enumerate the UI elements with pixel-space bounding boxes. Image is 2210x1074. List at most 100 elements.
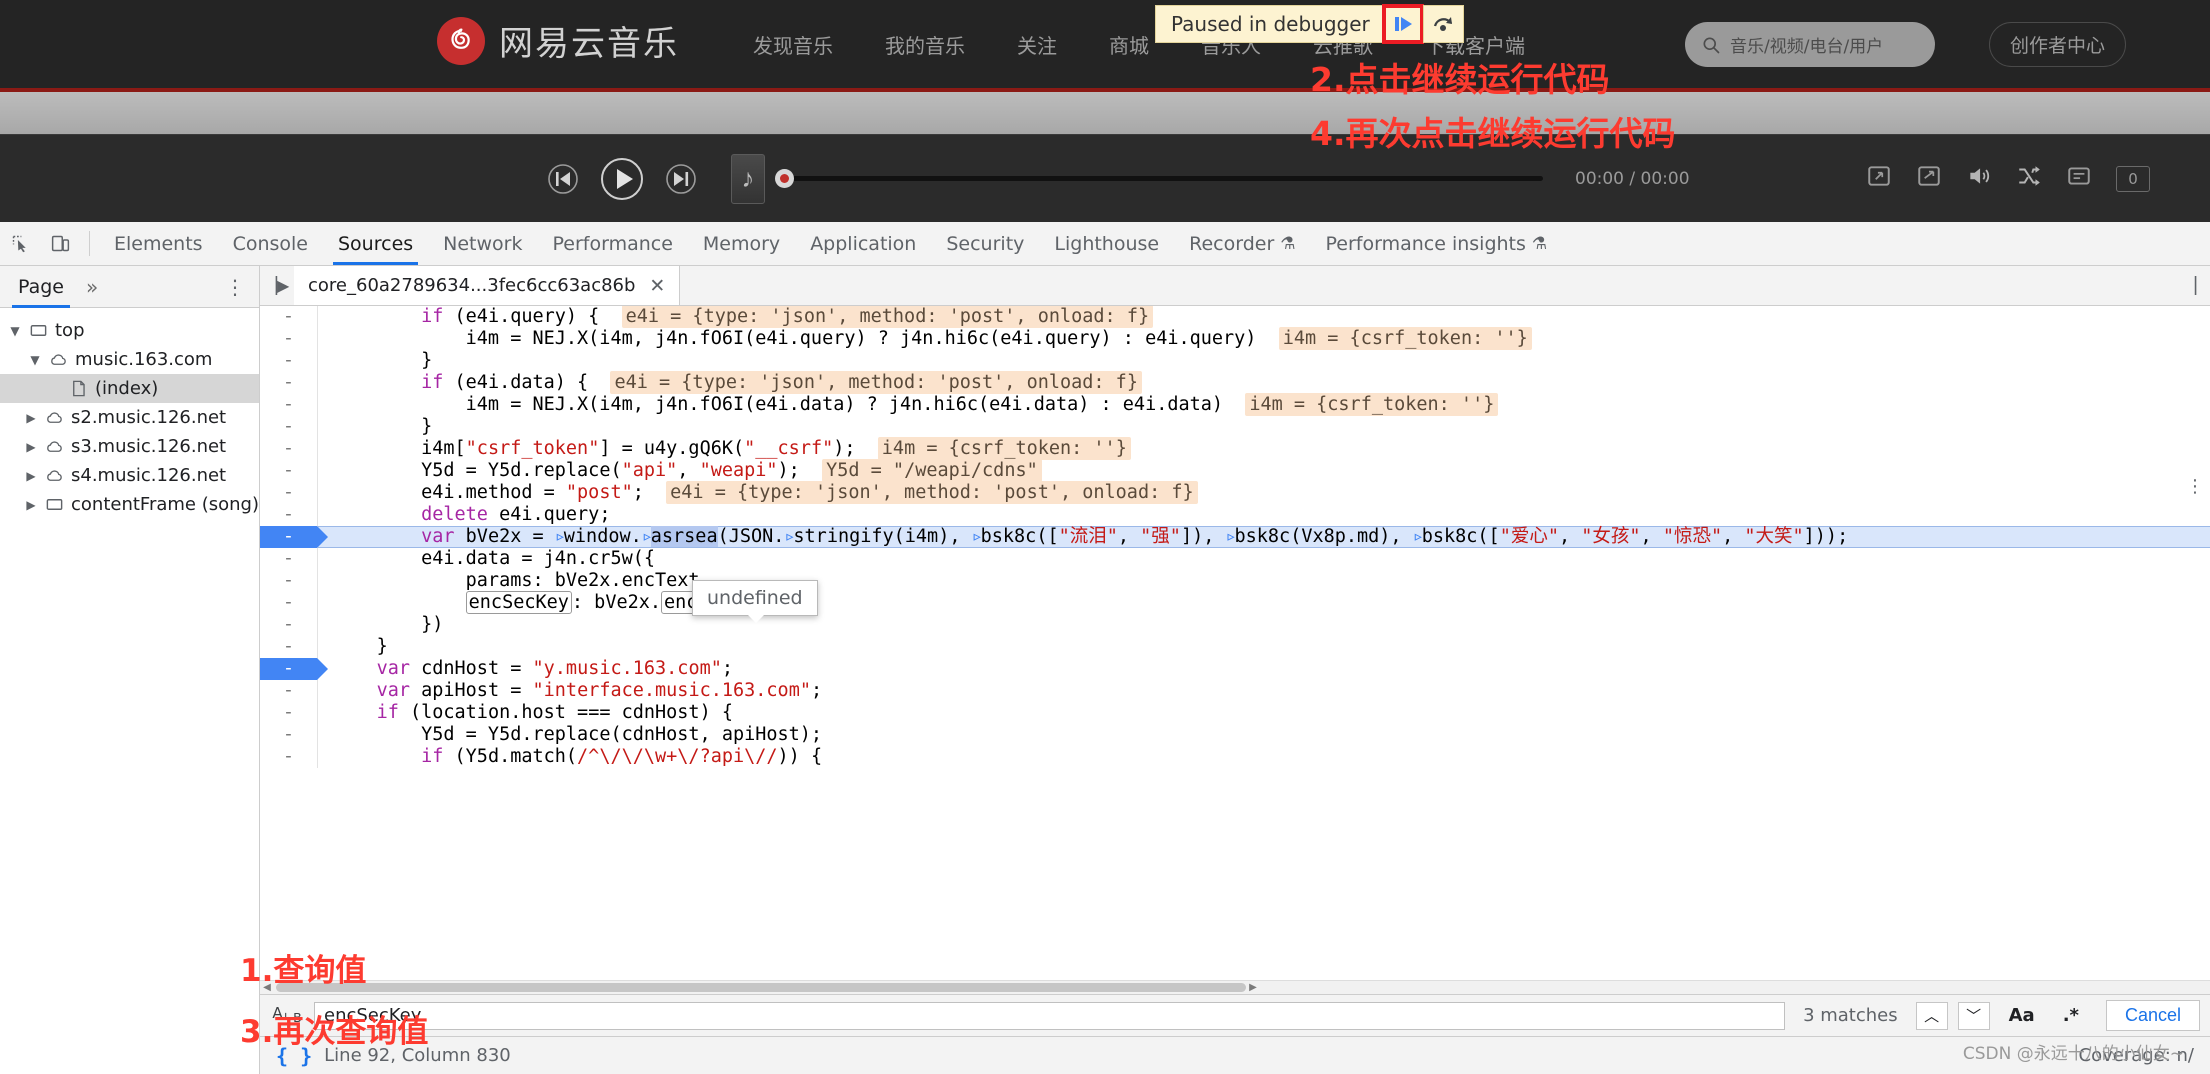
tree-item-top[interactable]: ▼ top — [0, 316, 259, 345]
line-gutter[interactable]: - — [260, 614, 318, 636]
scrollbar-thumb[interactable] — [276, 983, 1246, 992]
line-gutter[interactable]: - — [260, 328, 318, 350]
twisty-icon[interactable]: ▶ — [24, 469, 38, 483]
code-line[interactable]: - e4i.method = "post"; e4i = {type: 'jso… — [260, 481, 2210, 504]
line-gutter[interactable]: - — [260, 548, 318, 570]
code-line[interactable]: - if (e4i.query) { e4i = {type: 'json', … — [260, 306, 2210, 328]
tree-item-s2[interactable]: ▶ s2.music.126.net — [0, 403, 259, 432]
album-art-thumbnail[interactable]: ♪ — [731, 153, 765, 204]
tab-recorder[interactable]: Recorder ⚗ — [1174, 222, 1310, 265]
tree-item-music163[interactable]: ▼ music.163.com — [0, 345, 259, 374]
line-gutter[interactable]: - — [260, 350, 318, 372]
tree-item-s4[interactable]: ▶ s4.music.126.net — [0, 461, 259, 490]
play-button[interactable] — [597, 154, 647, 204]
code-line[interactable]: - var apiHost = "interface.music.163.com… — [260, 680, 2210, 702]
code-line[interactable]: - e4i.data = j4n.cr5w({ — [260, 548, 2210, 570]
line-gutter[interactable]: - — [260, 460, 318, 482]
find-previous-button[interactable]: ︿ — [1915, 1001, 1948, 1030]
regex-button[interactable]: .* — [2054, 1005, 2088, 1026]
twisty-icon[interactable]: ▼ — [28, 353, 42, 367]
line-gutter[interactable]: - — [260, 394, 318, 416]
editor-horizontal-scrollbar[interactable]: ◀ ▶ — [260, 980, 2210, 994]
scroll-right-icon[interactable]: ▶ — [1246, 982, 1260, 993]
code-line[interactable]: - delete e4i.query; — [260, 504, 2210, 526]
show-debugger-button[interactable]: ▕ — [2170, 266, 2210, 305]
show-navigator-button[interactable]: ▕▶ — [260, 266, 294, 305]
code-line[interactable]: - Y5d = Y5d.replace(cdnHost, apiHost); — [260, 724, 2210, 746]
line-gutter[interactable]: - — [260, 746, 318, 768]
line-gutter[interactable]: - — [260, 372, 318, 394]
tab-performance-insights[interactable]: Performance insights ⚗ — [1311, 222, 1563, 265]
find-input[interactable]: encSecKey — [314, 1001, 1786, 1030]
more-tabs-chevron-icon[interactable]: » — [86, 275, 98, 299]
shuffle-button[interactable] — [2016, 163, 2042, 194]
file-tab-core[interactable]: core_60a2789634...3fec6cc63ac86b ✕ — [294, 266, 681, 305]
breakpoint-gutter[interactable]: - — [260, 526, 328, 548]
line-gutter[interactable]: - — [260, 504, 318, 526]
brand[interactable]: 网易云音乐 — [437, 16, 679, 65]
code-line[interactable]: - if (location.host === cdnHost) { — [260, 702, 2210, 724]
playback-progress-bar[interactable] — [775, 169, 1543, 188]
creator-center-button[interactable]: 创作者中心 — [1988, 22, 2126, 67]
tab-console[interactable]: Console — [218, 222, 323, 265]
code-line[interactable]: - } — [260, 416, 2210, 438]
twisty-icon[interactable]: ▶ — [24, 411, 38, 425]
line-gutter[interactable]: - — [260, 306, 318, 328]
twisty-icon[interactable]: ▼ — [8, 324, 22, 338]
tab-memory[interactable]: Memory — [688, 222, 795, 265]
tab-application[interactable]: Application — [795, 222, 931, 265]
find-next-button[interactable]: ﹀ — [1957, 1001, 1990, 1030]
device-toolbar-button[interactable] — [40, 222, 80, 265]
line-gutter[interactable]: - — [260, 592, 318, 614]
code-line[interactable]: - } — [260, 350, 2210, 372]
inspect-element-button[interactable] — [0, 222, 40, 265]
line-gutter[interactable]: - — [260, 570, 318, 592]
playlist-count[interactable]: 0 — [2116, 165, 2150, 192]
code-line[interactable]: - } — [260, 636, 2210, 658]
line-gutter[interactable]: - — [260, 482, 318, 504]
twisty-icon[interactable]: ▶ — [24, 440, 38, 454]
playback-progress-knob[interactable] — [775, 169, 794, 188]
line-gutter[interactable]: - — [260, 680, 318, 702]
tab-performance[interactable]: Performance — [538, 222, 688, 265]
tab-sources[interactable]: Sources — [323, 222, 428, 265]
code-line[interactable]: - i4m = NEJ.X(i4m, j4n.fO6I(e4i.data) ? … — [260, 393, 2210, 416]
step-over-button[interactable] — [1422, 5, 1463, 43]
nav-item-2[interactable]: 关注 — [991, 30, 1083, 59]
match-case-button[interactable]: Aa — [2000, 1005, 2044, 1026]
tab-security[interactable]: Security — [931, 222, 1039, 265]
search-input[interactable]: 音乐/视频/电台/用户 — [1685, 22, 1935, 67]
navigator-tab-page[interactable]: Page — [12, 266, 70, 308]
more-options-icon[interactable]: ⋮ — [225, 275, 245, 299]
tab-lighthouse[interactable]: Lighthouse — [1039, 222, 1174, 265]
tab-elements[interactable]: Elements — [99, 222, 218, 265]
close-icon[interactable]: ✕ — [649, 275, 665, 297]
line-gutter[interactable]: - — [260, 438, 318, 460]
code-line-breakpoint-paused[interactable]: - var bVe2x = window.asrsea(JSON.stringi… — [260, 526, 2210, 548]
nav-item-1[interactable]: 我的音乐 — [859, 30, 991, 59]
line-gutter[interactable]: - — [260, 416, 318, 438]
code-line[interactable]: - i4m = NEJ.X(i4m, j4n.fO6I(e4i.query) ?… — [260, 327, 2210, 350]
code-line[interactable]: - }) — [260, 614, 2210, 636]
tree-item-s3[interactable]: ▶ s3.music.126.net — [0, 432, 259, 461]
cancel-button[interactable]: Cancel — [2105, 1000, 2200, 1031]
code-editor[interactable]: - if (e4i.query) { e4i = {type: 'json', … — [260, 306, 2210, 980]
code-line-breakpoint[interactable]: - var cdnHost = "y.music.163.com"; — [260, 658, 2210, 680]
line-gutter[interactable]: - — [260, 702, 318, 724]
resume-script-button[interactable] — [1381, 4, 1424, 44]
volume-button[interactable] — [1966, 163, 1992, 194]
tree-item-contentframe[interactable]: ▶ contentFrame (song) — [0, 490, 259, 519]
tree-item-index[interactable]: (index) — [0, 374, 259, 403]
code-line[interactable]: - encSecKey: bVe2x.encSecKey — [260, 591, 2210, 614]
twisty-icon[interactable]: ▶ — [24, 498, 38, 512]
expand-player-button[interactable] — [1866, 163, 1892, 194]
next-track-button[interactable] — [663, 161, 699, 197]
tab-network[interactable]: Network — [428, 222, 537, 265]
line-gutter[interactable]: - — [260, 724, 318, 746]
breakpoint-gutter[interactable]: - — [260, 658, 328, 680]
code-line[interactable]: - if (e4i.data) { e4i = {type: 'json', m… — [260, 371, 2210, 394]
share-button[interactable] — [1916, 163, 1942, 194]
code-line[interactable]: - if (Y5d.match(/^\/\/\w+\/?api\//)) { — [260, 746, 2210, 768]
previous-track-button[interactable] — [545, 161, 581, 197]
playlist-button[interactable] — [2066, 163, 2092, 194]
